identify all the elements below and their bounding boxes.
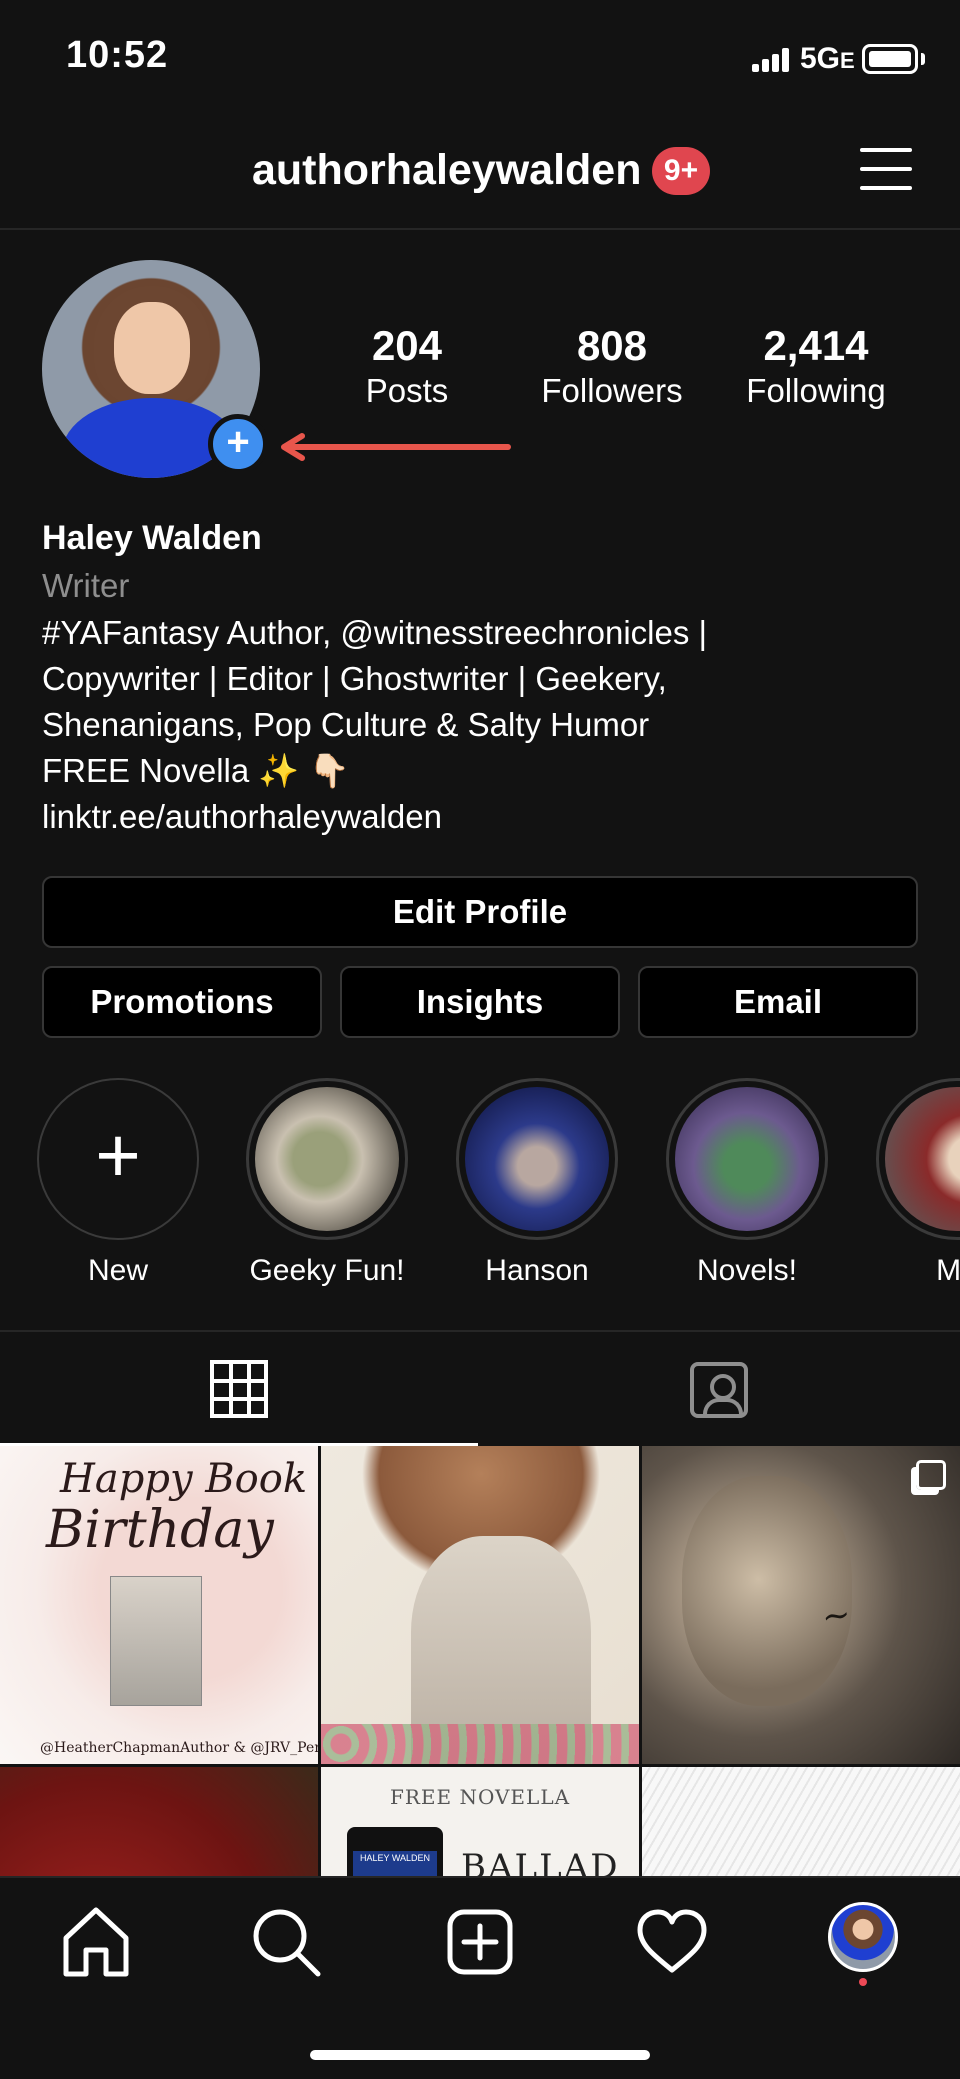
highlight-mu[interactable]: Mu (872, 1078, 960, 1288)
signal-icon (752, 48, 792, 72)
create-post-icon[interactable] (440, 1902, 520, 1982)
post-thumbnail[interactable]: ~ (642, 1446, 960, 1764)
book-cover-image (110, 1576, 202, 1706)
highlight-cover (885, 1087, 960, 1231)
notification-dot (859, 1978, 867, 1986)
activity-heart-icon[interactable] (632, 1902, 712, 1982)
followers-count[interactable]: 808 Followers (524, 322, 700, 410)
search-icon[interactable] (246, 1902, 326, 1982)
home-indicator (310, 2050, 650, 2060)
post-thumbnail[interactable] (642, 1767, 960, 1876)
tab-tagged[interactable] (480, 1332, 958, 1446)
network-indicator: 5GE (800, 42, 855, 75)
account-username[interactable]: authorhaleywalden (252, 146, 641, 195)
email-button[interactable]: Email (638, 966, 918, 1038)
profile-link[interactable]: linktr.ee/authorhaleywalden (42, 794, 922, 840)
bio-line: #YAFantasy Author, @witnesstreechronicle… (42, 614, 708, 651)
add-story-button[interactable]: + (208, 414, 268, 474)
highlight-cover (255, 1087, 399, 1231)
profile-name: Haley Walden (42, 519, 262, 557)
battery-icon (862, 44, 918, 74)
battery-tip (921, 53, 925, 65)
profile-bio: Haley Walden Writer #YAFantasy Author, @… (42, 514, 922, 840)
tagged-person-icon (690, 1362, 748, 1418)
edit-profile-button[interactable]: Edit Profile (42, 876, 918, 948)
post-thumbnail[interactable] (321, 1446, 639, 1764)
post-thumbnail[interactable]: FREE NOVELLA HALEY WALDEN BALLAD (321, 1767, 639, 1876)
plus-icon: + (37, 1078, 199, 1240)
signature-image: ~ (819, 1594, 854, 1638)
grid-icon (210, 1360, 268, 1418)
following-count[interactable]: 2,414 Following (724, 322, 908, 410)
annotation-arrow (281, 433, 511, 461)
posts-count[interactable]: 204 Posts (340, 322, 474, 410)
status-bar: 10:52 5GE (0, 0, 960, 110)
carousel-icon (916, 1460, 946, 1490)
post-grid: Happy Book Birthday @HeatherChapmanAutho… (0, 1446, 960, 1876)
tab-grid[interactable] (0, 1332, 478, 1446)
highlight-geeky-fun[interactable]: Geeky Fun! (242, 1078, 412, 1288)
home-icon[interactable] (56, 1902, 136, 1982)
status-time: 10:52 (66, 34, 169, 76)
bio-line: Copywriter | Editor | Ghostwriter | Geek… (42, 660, 667, 697)
profile-category: Writer (42, 567, 130, 604)
hamburger-menu-icon[interactable] (860, 146, 912, 192)
insights-button[interactable]: Insights (340, 966, 620, 1038)
bottom-navigation (0, 1876, 960, 2079)
profile-tab-avatar[interactable] (828, 1902, 898, 1972)
story-highlights: + New Geeky Fun! Hanson Novels! Mu (0, 1078, 960, 1298)
bio-line: Shenanigans, Pop Culture & Salty Humor (42, 706, 650, 743)
bio-line: FREE Novella ✨ 👇🏻 (42, 752, 350, 789)
profile-header: authorhaleywalden 9+ (0, 120, 960, 230)
tablet-image: HALEY WALDEN (347, 1827, 443, 1876)
profile-tabs (0, 1330, 960, 1446)
post-thumbnail[interactable]: Happy Book Birthday @HeatherChapmanAutho… (0, 1446, 318, 1764)
post-thumbnail[interactable] (0, 1767, 318, 1876)
highlight-novels[interactable]: Novels! (662, 1078, 832, 1288)
notifications-badge[interactable]: 9+ (652, 147, 710, 195)
highlight-cover (675, 1087, 819, 1231)
promotions-button[interactable]: Promotions (42, 966, 322, 1038)
highlight-new[interactable]: + New (33, 1078, 203, 1298)
highlight-hanson[interactable]: Hanson (452, 1078, 622, 1288)
highlight-cover (465, 1087, 609, 1231)
